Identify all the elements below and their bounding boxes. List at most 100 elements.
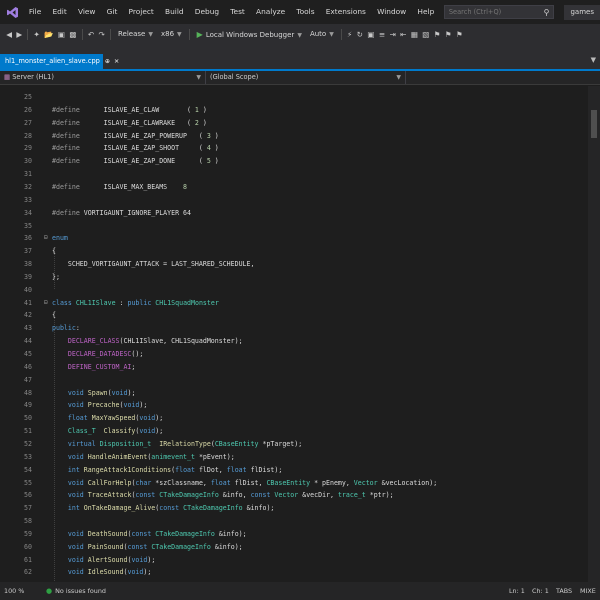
new-item-icon[interactable]: ✦ [34, 30, 40, 39]
code-line[interactable]: 44 DECLARE_CLASS(CHL1ISlave, CHL1SquadMo… [0, 335, 588, 348]
zoom-level[interactable]: 100 % [0, 587, 36, 595]
comment-icon[interactable]: ▦ [411, 30, 418, 39]
uncomment-icon[interactable]: ▧ [422, 30, 429, 39]
menu-build[interactable]: Build [159, 0, 189, 24]
code-line[interactable]: 45 DECLARE_DATADESC(); [0, 348, 588, 361]
menu-edit[interactable]: Edit [47, 0, 73, 24]
platform-dropdown[interactable]: x86 ▼ [161, 30, 182, 38]
tab-list-chevron-icon[interactable]: ▼ [591, 56, 596, 64]
column-indicator[interactable]: Ch: 1 [532, 582, 549, 600]
visual-studio-logo-icon[interactable] [2, 0, 23, 24]
refresh-icon[interactable]: ↻ [357, 30, 363, 39]
hot-reload-icon[interactable]: ⚡ [347, 30, 352, 39]
bookmark-prev-icon[interactable]: ⚑ [445, 30, 452, 39]
forward-icon[interactable]: ▶ [16, 30, 22, 39]
close-icon[interactable]: × [114, 57, 119, 65]
project-dropdown[interactable]: ▦ Server (HL1) ▼ [0, 71, 206, 84]
save-icon[interactable]: ▣ [58, 30, 65, 39]
code-line[interactable]: 59 void DeathSound(const CTakeDamageInfo… [0, 528, 588, 541]
code-line[interactable]: 48 void Spawn(void); [0, 387, 588, 400]
code-line[interactable]: 41 ⊟ class CHL1ISlave : public CHL1SquadMo… [0, 297, 588, 310]
search-input[interactable] [448, 8, 539, 16]
outdent-icon[interactable]: ⇤ [400, 30, 406, 39]
code-line[interactable]: 53 void HandleAnimEvent(animevent_t *pEv… [0, 451, 588, 464]
code-line[interactable]: 28 #define ISLAVE_AE_ZAP_POWERUP ( 3 ) [0, 130, 588, 143]
menu-git[interactable]: Git [101, 0, 123, 24]
scrollbar-thumb[interactable] [591, 110, 597, 138]
code-line[interactable]: 30 #define ISLAVE_AE_ZAP_DONE ( 5 ) [0, 155, 588, 168]
menu-project[interactable]: Project [123, 0, 159, 24]
menu-help[interactable]: Help [412, 0, 440, 24]
menu-test[interactable]: Test [225, 0, 251, 24]
code-line[interactable]: 61 void AlertSound(void); [0, 554, 588, 567]
code-line[interactable]: 27 #define ISLAVE_AE_CLAWRAKE ( 2 ) [0, 117, 588, 130]
code-line[interactable]: 55 void CallForHelp(char *szClassname, f… [0, 477, 588, 490]
code-line[interactable]: 42 { [0, 309, 588, 322]
code-line[interactable]: 58 [0, 515, 588, 528]
scope-dropdown[interactable]: (Global Scope) ▼ [206, 71, 406, 84]
code-line[interactable]: 26 #define ISLAVE_AE_CLAW ( 1 ) [0, 104, 588, 117]
save-all-icon[interactable]: ▩ [69, 30, 76, 39]
menu-debug[interactable]: Debug [189, 0, 225, 24]
menu-extensions[interactable]: Extensions [320, 0, 371, 24]
code-line[interactable]: 43 public: [0, 322, 588, 335]
browse-icon[interactable]: ▣ [367, 30, 374, 39]
back-icon[interactable]: ◀ [6, 30, 12, 39]
undo-icon[interactable]: ↶ [88, 30, 94, 39]
code-text: { [52, 247, 56, 256]
tab-hl1-monster-alien-slave[interactable]: hl1_monster_alien_slave.cpp ⊕ × [0, 54, 119, 69]
fold-toggle-icon[interactable]: ⊟ [44, 297, 52, 310]
menu-tools[interactable]: Tools [291, 0, 320, 24]
code-line[interactable]: 51 Class_T Classify(void); [0, 425, 588, 438]
code-line[interactable]: 54 int RangeAttack1Conditions(float flDo… [0, 464, 588, 477]
format-icon[interactable]: ≡ [379, 30, 385, 39]
indent-icon[interactable]: ⇥ [389, 30, 395, 39]
search-box[interactable]: ⚲ [443, 5, 555, 19]
code-line[interactable]: 56 void TraceAttack(const CTakeDamageInf… [0, 489, 588, 502]
code-line[interactable]: 37 { [0, 245, 588, 258]
redo-icon[interactable]: ↷ [99, 30, 105, 39]
line-number: 46 [24, 362, 32, 371]
code-line[interactable]: 60 void PainSound(const CTakeDamageInfo … [0, 541, 588, 554]
start-debugging-button[interactable]: ▶ Local Windows Debugger ▼ [197, 30, 302, 39]
code-line[interactable]: 52 virtual Disposition_t IRelationType(C… [0, 438, 588, 451]
line-indicator[interactable]: Ln: 1 [509, 582, 525, 600]
vertical-scrollbar[interactable] [588, 86, 600, 582]
configuration-dropdown[interactable]: Release ▼ [118, 30, 153, 38]
bookmark-icon[interactable]: ⚑ [434, 30, 441, 39]
menu-window[interactable]: Window [371, 0, 411, 24]
code-line[interactable]: 29 #define ISLAVE_AE_ZAP_SHOOT ( 4 ) [0, 142, 588, 155]
menu-analyze[interactable]: Analyze [250, 0, 290, 24]
code-line[interactable]: 36 ⊟ enum [0, 232, 588, 245]
code-line[interactable]: 40 [0, 284, 588, 297]
code-editor[interactable]: 25 26 #define ISLAVE_AE_CLAW ( 1 ) 27 #defin… [0, 86, 588, 582]
line-ending-indicator[interactable]: MIXE [580, 582, 596, 600]
menu-view[interactable]: View [72, 0, 101, 24]
code-line[interactable]: 25 [0, 91, 588, 104]
fold-toggle-icon[interactable]: ⊟ [44, 232, 52, 245]
tabs-indicator[interactable]: TABS [556, 582, 572, 600]
line-number: 48 [24, 388, 32, 397]
open-folder-icon[interactable]: 📂 [44, 30, 53, 39]
search-icon[interactable]: ⚲ [544, 8, 550, 17]
code-line[interactable]: 39}; [0, 271, 588, 284]
code-text: void HandleAnimEvent(animevent_t *pEvent… [67, 452, 235, 461]
pin-icon[interactable]: ⊕ [105, 58, 110, 65]
code-line[interactable]: 46 DEFINE_CUSTOM_AI; [0, 361, 588, 374]
code-line[interactable]: 38 SCHED_VORTIGAUNT_ATTACK = LAST_SHARED… [0, 258, 588, 271]
issues-indicator[interactable]: No issues found [55, 587, 106, 595]
code-line[interactable]: 34 #define VORTIGAUNT_IGNORE_PLAYER 64 [0, 207, 588, 220]
toolbar-separator [109, 28, 111, 40]
debug-target-dropdown[interactable]: Auto ▼ [310, 30, 334, 38]
code-line[interactable]: 32 #define ISLAVE_MAX_BEAMS 8 [0, 181, 588, 194]
code-line[interactable]: 31 [0, 168, 588, 181]
code-line[interactable]: 62 void IdleSound(void); [0, 566, 588, 579]
code-line[interactable]: 35 [0, 220, 588, 233]
code-line[interactable]: 50 float MaxYawSpeed(void); [0, 412, 588, 425]
menu-file[interactable]: File [23, 0, 47, 24]
code-line[interactable]: 57 int OnTakeDamage_Alive(const CTakeDam… [0, 502, 588, 515]
bookmark-next-icon[interactable]: ⚑ [456, 30, 463, 39]
code-line[interactable]: 47 [0, 374, 588, 387]
code-line[interactable]: 49 void Precache(void); [0, 399, 588, 412]
code-line[interactable]: 33 [0, 194, 588, 207]
